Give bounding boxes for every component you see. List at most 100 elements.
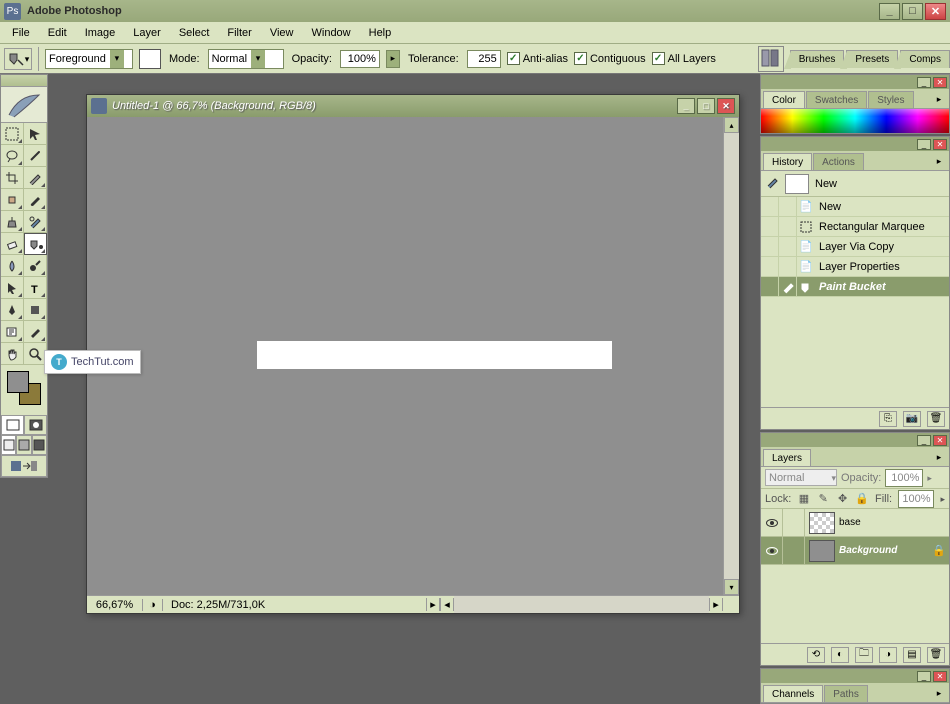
menu-edit[interactable]: Edit: [39, 24, 76, 42]
doc-maximize-button[interactable]: □: [697, 98, 715, 114]
window-close-button[interactable]: ✕: [925, 3, 946, 20]
tool-brush[interactable]: [24, 189, 47, 211]
new-set-button[interactable]: 🗀: [855, 647, 873, 663]
tolerance-input[interactable]: 255: [467, 50, 501, 68]
panel-minimize-button[interactable]: _: [917, 139, 931, 150]
panel-minimize-button[interactable]: _: [917, 435, 931, 446]
new-layer-button[interactable]: ▤: [903, 647, 921, 663]
scroll-down-button[interactable]: ▾: [724, 579, 739, 595]
menu-filter[interactable]: Filter: [218, 24, 260, 42]
opacity-flyout-button[interactable]: [386, 50, 400, 68]
history-item[interactable]: Rectangular Marquee: [761, 217, 949, 237]
tab-actions[interactable]: Actions: [813, 153, 864, 170]
window-maximize-button[interactable]: □: [902, 3, 923, 20]
jump-to-imageready-button[interactable]: [1, 455, 47, 477]
tool-slice[interactable]: [24, 167, 47, 189]
history-snapshot-row[interactable]: New: [761, 171, 949, 197]
menu-select[interactable]: Select: [170, 24, 219, 42]
foreground-color-swatch[interactable]: [7, 371, 29, 393]
menu-help[interactable]: Help: [360, 24, 401, 42]
layer-row[interactable]: base: [761, 509, 949, 537]
tool-magic-wand[interactable]: [24, 145, 47, 167]
document-titlebar[interactable]: Untitled-1 @ 66,7% (Background, RGB/8) _…: [87, 95, 739, 117]
tool-path-select[interactable]: [1, 277, 24, 299]
panel-menu-button[interactable]: [932, 686, 946, 700]
layer-opacity-input[interactable]: 100%: [885, 469, 923, 487]
adjustment-layer-button[interactable]: ◑: [879, 647, 897, 663]
color-ramp[interactable]: [761, 109, 949, 133]
menu-view[interactable]: View: [261, 24, 303, 42]
screen-fullmenu-button[interactable]: [16, 435, 31, 455]
edit-standard-mode-button[interactable]: [1, 415, 24, 435]
panel-menu-button[interactable]: [932, 92, 946, 106]
zoom-level-input[interactable]: 66,67%: [87, 599, 143, 611]
panel-menu-button[interactable]: [932, 154, 946, 168]
new-document-from-state-button[interactable]: ⎘: [879, 411, 897, 427]
tab-swatches[interactable]: Swatches: [806, 91, 867, 108]
layer-visibility-toggle[interactable]: [761, 509, 783, 536]
scroll-left-button[interactable]: ◂: [440, 598, 454, 611]
opacity-input[interactable]: 100%: [340, 50, 380, 68]
opacity-flyout-icon[interactable]: [927, 472, 932, 484]
scroll-right-button[interactable]: ▸: [709, 598, 723, 611]
tab-channels[interactable]: Channels: [763, 685, 823, 702]
layer-blend-dropdown[interactable]: Normal: [765, 469, 837, 486]
status-flyout-button[interactable]: ▸: [426, 598, 440, 611]
tab-styles[interactable]: Styles: [868, 91, 913, 108]
contiguous-checkbox[interactable]: ✓Contiguous: [574, 52, 646, 65]
tool-dodge[interactable]: [24, 255, 47, 277]
blend-mode-dropdown[interactable]: Normal: [208, 49, 284, 69]
tab-history[interactable]: History: [763, 153, 812, 170]
delete-state-button[interactable]: 🗑: [927, 411, 945, 427]
lock-position-button[interactable]: ✥: [836, 492, 849, 506]
tool-healing[interactable]: [1, 189, 24, 211]
history-item-active[interactable]: Paint Bucket: [761, 277, 949, 297]
menu-window[interactable]: Window: [303, 24, 360, 42]
panel-minimize-button[interactable]: _: [917, 671, 931, 682]
antialias-checkbox[interactable]: ✓Anti-alias: [507, 52, 568, 65]
layer-link-toggle[interactable]: [783, 509, 805, 536]
well-tab-presets[interactable]: Presets: [846, 50, 898, 68]
layer-visibility-toggle[interactable]: [761, 537, 783, 564]
layer-name[interactable]: base: [839, 517, 949, 528]
menu-image[interactable]: Image: [76, 24, 125, 42]
tool-notes[interactable]: [1, 321, 24, 343]
tool-history-brush[interactable]: [24, 211, 47, 233]
history-item[interactable]: 📄New: [761, 197, 949, 217]
toolbox-gripper[interactable]: [1, 75, 47, 87]
current-tool-icon[interactable]: [4, 48, 32, 70]
tool-hand[interactable]: [1, 343, 24, 365]
palette-well-button[interactable]: [758, 46, 784, 72]
panel-close-button[interactable]: ✕: [933, 77, 947, 88]
tool-eraser[interactable]: [1, 233, 24, 255]
tab-layers[interactable]: Layers: [763, 449, 811, 466]
layer-link-toggle[interactable]: [783, 537, 805, 564]
menu-file[interactable]: File: [3, 24, 39, 42]
tool-lasso[interactable]: [1, 145, 24, 167]
panel-close-button[interactable]: ✕: [933, 671, 947, 682]
panel-close-button[interactable]: ✕: [933, 435, 947, 446]
screen-full-button[interactable]: [32, 435, 47, 455]
well-tab-comps[interactable]: Comps: [900, 50, 950, 68]
tool-clone[interactable]: [1, 211, 24, 233]
panel-menu-button[interactable]: [932, 450, 946, 464]
tool-eyedropper[interactable]: [24, 321, 47, 343]
tool-blur[interactable]: [1, 255, 24, 277]
screen-standard-button[interactable]: [1, 435, 16, 455]
lock-transparency-button[interactable]: ▦: [797, 492, 810, 506]
menu-layer[interactable]: Layer: [124, 24, 170, 42]
tool-paint-bucket[interactable]: [24, 233, 47, 255]
lock-all-button[interactable]: 🔒: [855, 492, 869, 506]
new-snapshot-button[interactable]: 📷: [903, 411, 921, 427]
doc-close-button[interactable]: ✕: [717, 98, 735, 114]
layer-fill-input[interactable]: 100%: [898, 490, 934, 508]
tool-type[interactable]: T: [24, 277, 47, 299]
history-brush-source-icon[interactable]: [765, 175, 779, 192]
panel-close-button[interactable]: ✕: [933, 139, 947, 150]
panel-minimize-button[interactable]: _: [917, 77, 931, 88]
tab-paths[interactable]: Paths: [824, 685, 868, 702]
vertical-scrollbar[interactable]: ▴ ▾: [723, 117, 739, 595]
history-item[interactable]: 📄Layer Properties: [761, 257, 949, 277]
tab-color[interactable]: Color: [763, 91, 805, 108]
delete-layer-button[interactable]: 🗑: [927, 647, 945, 663]
